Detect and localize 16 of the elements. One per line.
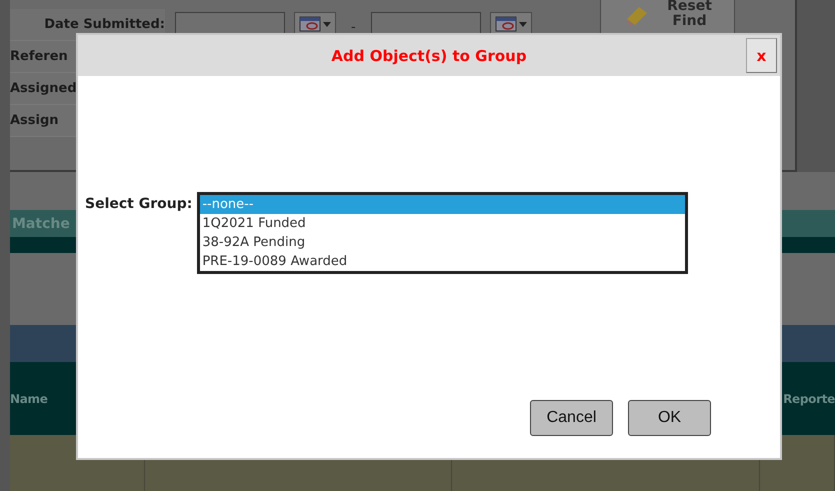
filter-label: Date Submitted: [44,17,165,32]
date-separator: - [350,19,357,35]
column-header: Reporte [783,392,835,406]
filter-label: Assigned [10,81,77,96]
caret-icon [518,22,527,26]
group-list-box[interactable]: --none-- 1Q2021 Funded 38-92A Pending PRE-19-0089 Awarded [197,192,688,274]
calendar-icon [494,16,517,32]
column-header: Name [10,392,48,406]
caret-icon [323,22,331,26]
dialog-title: Add Object(s) to Group [331,46,527,64]
filter-label: Assign [10,113,59,128]
field-label: Select Group: [85,195,192,212]
cancel-button[interactable]: Cancel [530,400,613,436]
filter-label: Referen [10,49,68,64]
ok-button[interactable]: OK [628,400,711,436]
calendar-icon [299,16,321,32]
